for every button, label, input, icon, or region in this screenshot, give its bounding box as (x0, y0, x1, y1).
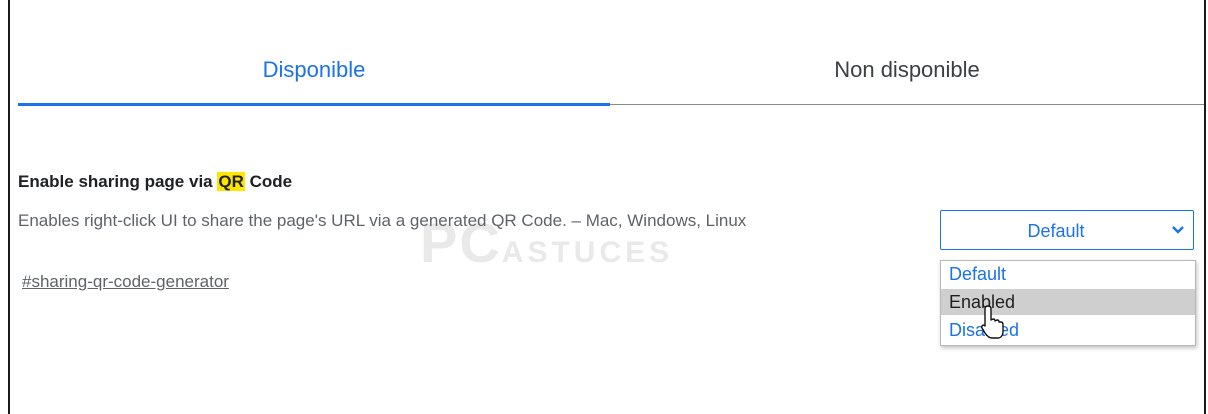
tab-disponible[interactable]: Disponible (18, 50, 610, 90)
experiment-state-select[interactable]: Default (940, 210, 1194, 250)
select-current-value: Default (1027, 221, 1085, 241)
active-tab-indicator (18, 103, 610, 106)
experiment-description: Enables right-click UI to share the page… (18, 211, 747, 230)
mouse-pointer-icon (981, 305, 1004, 339)
tab-divider (610, 104, 1204, 105)
option-default[interactable]: Default (941, 261, 1195, 287)
window-border-left (8, 0, 10, 414)
window-border-right (1204, 0, 1206, 414)
select-dropdown-list: Default Enabled Disabled (940, 260, 1196, 346)
experiment-permalink[interactable]: #sharing-qr-code-generator (22, 272, 229, 292)
experiment-title: Enable sharing page via QR Code (18, 172, 293, 191)
tab-non-disponible[interactable]: Non disponible (610, 50, 1204, 90)
search-highlight: QR (217, 172, 245, 191)
chevron-down-icon (1172, 226, 1184, 234)
